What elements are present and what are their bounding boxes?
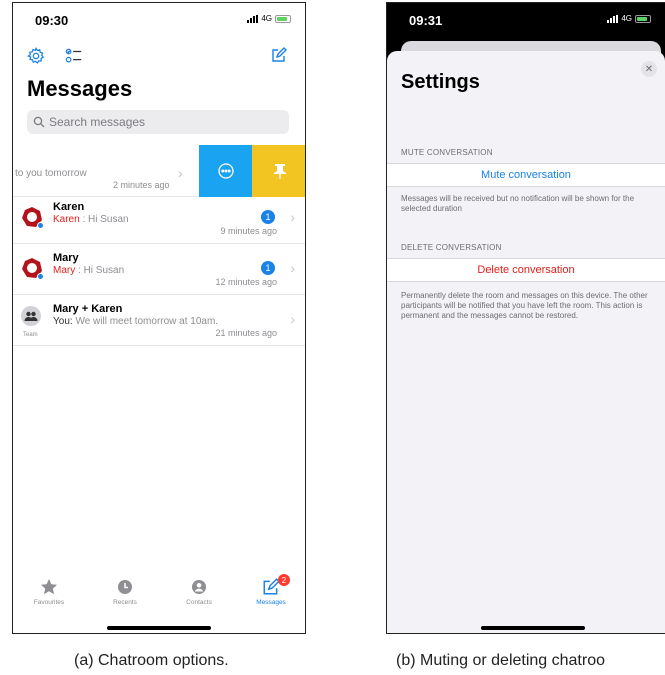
mute-section-footer: Messages will be received but no notific… [401, 194, 635, 213]
chevron-right-icon: › [178, 165, 183, 181]
mute-conversation-button[interactable]: Mute conversation [387, 163, 665, 187]
status-indicators: 4G [607, 14, 651, 23]
compose-icon[interactable] [271, 47, 287, 63]
unread-badge: 1 [261, 210, 275, 224]
tab-contacts[interactable]: Contacts [169, 578, 229, 606]
swiped-row-preview: to you tomorrow [15, 168, 87, 179]
unread-badge: 1 [261, 261, 275, 275]
swiped-conversation-row[interactable]: to you tomorrow 2 minutes ago › [13, 145, 305, 197]
conversation-row-mary[interactable]: Mary Mary : Hi Susan 1 › 12 minutes ago [13, 249, 305, 295]
close-icon: ✕ [644, 63, 654, 75]
settings-screen: 09:31 4G ✕ Settings MUTE CONVERSATION Mu… [386, 2, 665, 634]
status-bar: 09:30 4G [13, 3, 305, 37]
pin-button[interactable] [252, 145, 305, 197]
settings-sheet: ✕ Settings MUTE CONVERSATION Mute conver… [387, 51, 665, 633]
tab-label: Favourites [33, 599, 65, 606]
signal-icon [247, 14, 259, 23]
delete-section-header: DELETE CONVERSATION [401, 243, 502, 252]
online-indicator [37, 222, 44, 229]
filter-list-icon[interactable] [65, 47, 83, 65]
tab-label: Contacts [186, 599, 212, 606]
team-label: Team [23, 332, 38, 338]
status-indicators: 4G [247, 14, 291, 23]
chevron-right-icon: › [290, 260, 295, 276]
search-bar[interactable]: Search messages [27, 110, 289, 134]
battery-icon [635, 14, 651, 23]
signal-icon [607, 14, 619, 23]
conversation-name: Mary + Karen [53, 303, 123, 315]
swiped-row-time: 2 minutes ago [113, 180, 170, 190]
network-label: 4G [261, 14, 272, 23]
caption-a: (a) Chatroom options. [74, 652, 229, 669]
tab-recents[interactable]: Recents [95, 578, 155, 606]
network-label: 4G [621, 14, 632, 23]
search-input[interactable]: Search messages [49, 115, 145, 129]
chevron-right-icon: › [290, 311, 295, 327]
gear-icon[interactable] [27, 47, 45, 65]
person-icon [192, 580, 206, 594]
more-options-button[interactable] [199, 145, 252, 197]
chevron-right-icon: › [290, 209, 295, 225]
conversation-row-karen[interactable]: Karen Karen : Hi Susan 1 › 9 minutes ago [13, 198, 305, 244]
conversation-time: 12 minutes ago [215, 277, 277, 287]
delete-conversation-button[interactable]: Delete conversation [387, 258, 665, 282]
tab-label: Recents [113, 599, 137, 606]
conversation-name: Mary [53, 252, 79, 264]
more-options-icon [217, 163, 234, 179]
status-bar: 09:31 4G [387, 3, 665, 37]
messages-badge: 2 [278, 574, 290, 586]
home-indicator[interactable] [107, 626, 211, 630]
conversation-time: 21 minutes ago [215, 328, 277, 338]
delete-section-footer: Permanently delete the room and messages… [401, 291, 648, 320]
conversation-preview: Mary : Hi Susan [53, 265, 125, 276]
tab-messages[interactable]: 2 Messages [241, 574, 301, 606]
conversation-row-team[interactable]: Team Mary + Karen You: We will meet tomo… [13, 300, 305, 346]
status-time: 09:30 [35, 13, 69, 28]
home-indicator[interactable] [481, 626, 585, 630]
page-title: Settings [401, 71, 480, 93]
team-avatar [21, 306, 41, 326]
clock-icon [118, 580, 132, 594]
conversation-time: 9 minutes ago [220, 226, 277, 236]
conversation-name: Karen [53, 201, 85, 213]
tab-label: Messages [256, 599, 286, 606]
battery-icon [275, 14, 291, 23]
conversation-preview: Karen : Hi Susan [53, 214, 129, 225]
pin-icon [273, 164, 286, 179]
tab-favourites[interactable]: Favourites [19, 578, 79, 606]
messages-screen: 09:30 4G Messages Search messages to you… [12, 2, 306, 634]
caption-b: (b) Muting or deleting chatroo [396, 652, 605, 669]
tab-bar: Favourites Recents Contacts 2 Messages [13, 574, 305, 618]
status-time: 09:31 [409, 13, 443, 28]
search-icon [33, 116, 45, 128]
top-toolbar [13, 45, 305, 69]
star-icon [41, 579, 57, 595]
close-button[interactable]: ✕ [641, 61, 657, 77]
online-indicator [37, 273, 44, 280]
group-icon [24, 311, 38, 321]
page-title: Messages [27, 76, 133, 101]
mute-section-header: MUTE CONVERSATION [401, 148, 493, 157]
conversation-preview: You: We will meet tomorrow at 10am. [53, 316, 219, 327]
